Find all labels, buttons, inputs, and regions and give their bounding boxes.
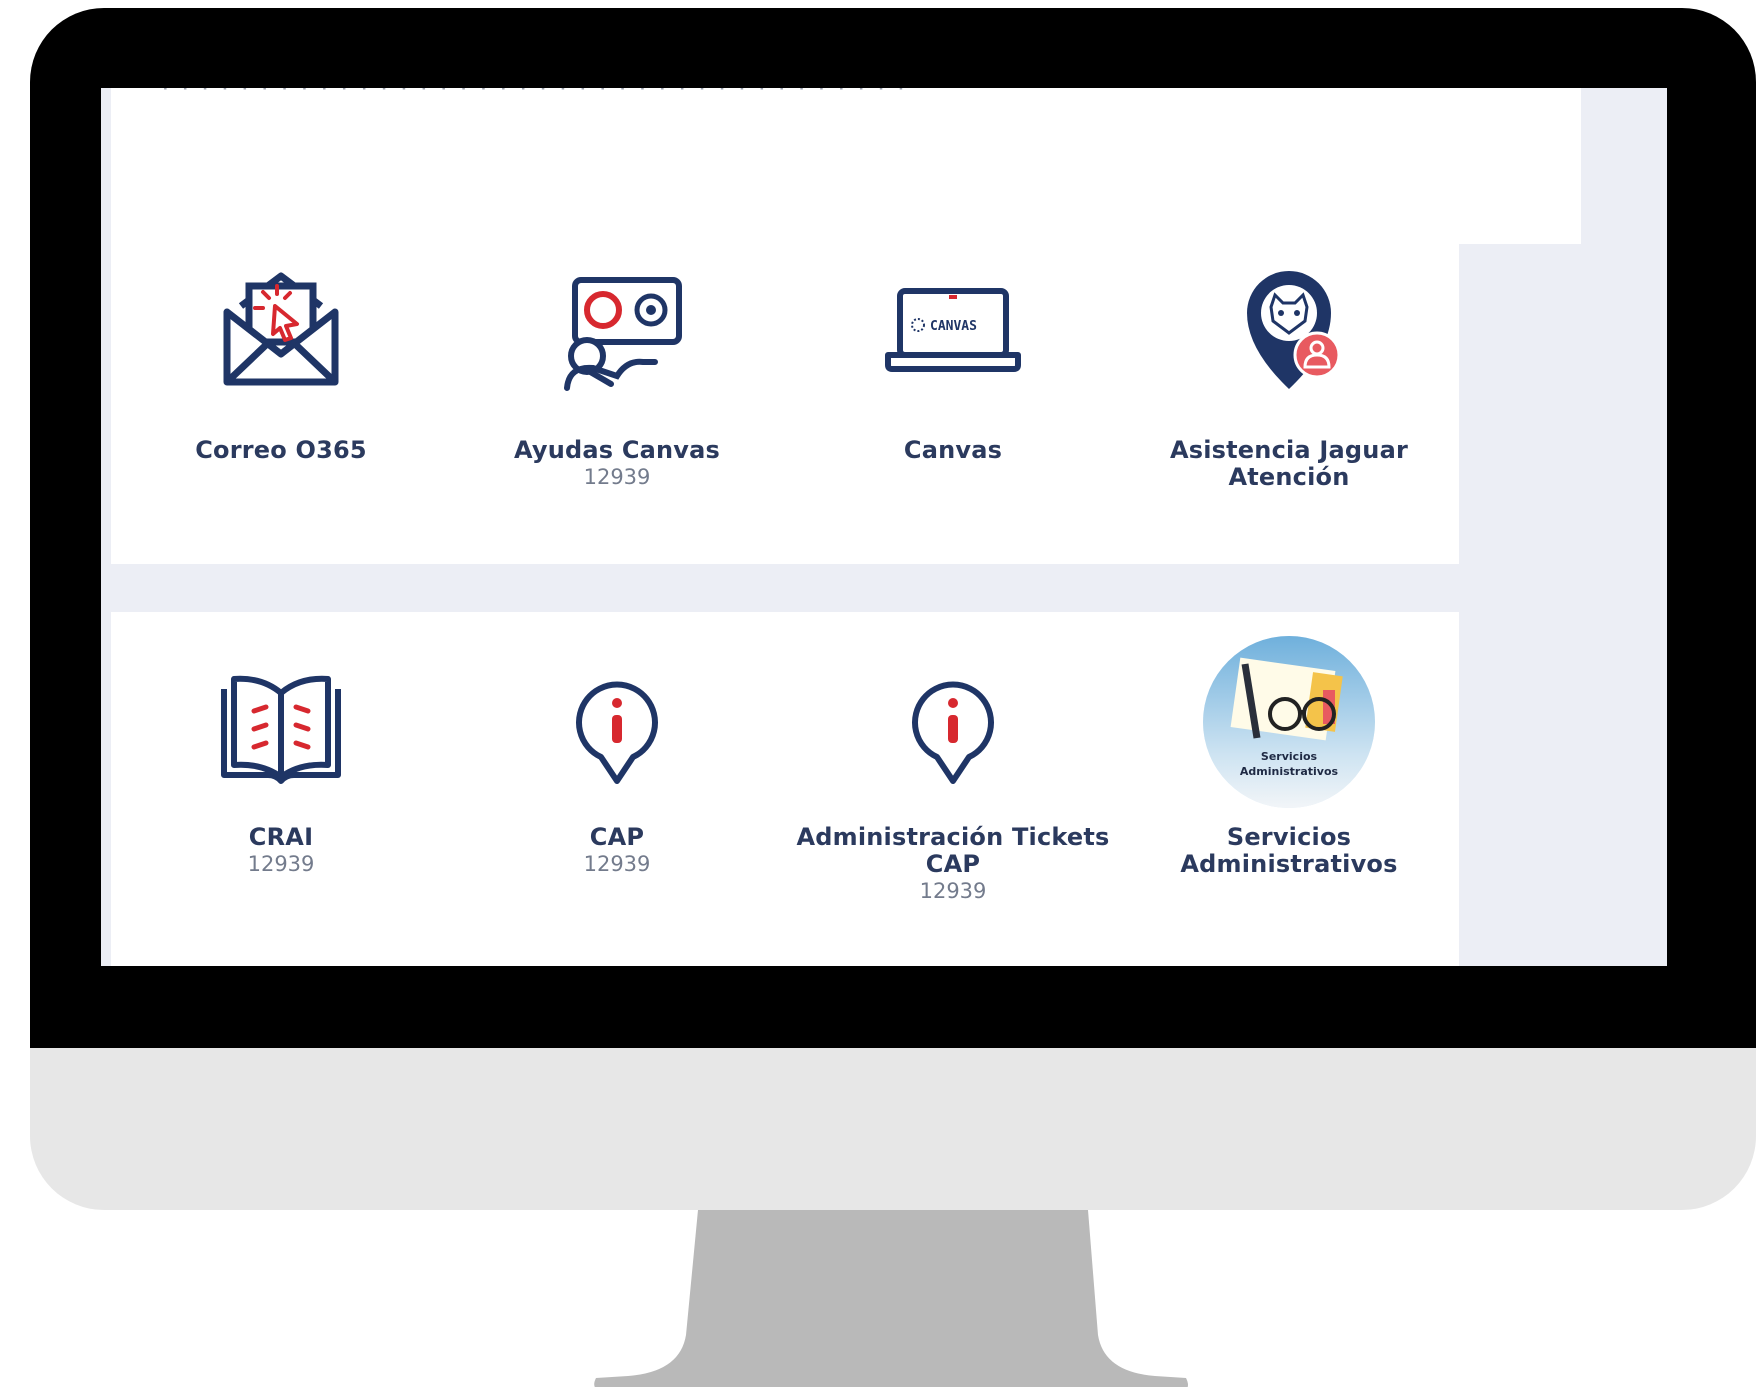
laptop-canvas-icon: CANVAS (863, 254, 1043, 404)
tile-code: 12939 (583, 465, 651, 489)
tile-ayudas-canvas[interactable]: Ayudas Canvas 12939 (447, 212, 787, 564)
tile-label: Canvas (903, 436, 1003, 464)
tile-cap[interactable]: CAP 12939 (447, 612, 787, 966)
tile-label: Administración Tickets (796, 823, 1110, 851)
tile-correo-o365[interactable]: Correo O365 (111, 212, 451, 564)
tile-code: 12939 (919, 879, 987, 903)
tile-label-line2: Administrativos (1180, 850, 1398, 878)
tile-label: CAP (589, 823, 645, 851)
badge-line-1: Servicios (1261, 750, 1318, 763)
admin-services-badge-icon: Servicios Administrativos (1199, 632, 1379, 812)
envelope-click-icon (191, 254, 371, 404)
tile-label: Ayudas Canvas (513, 436, 721, 464)
app-screen: · · · · · · · · · · · · · · · · · · · · … (101, 88, 1667, 966)
tile-canvas[interactable]: CANVAS Canvas (783, 212, 1123, 564)
tile-servicios-administrativos[interactable]: Servicios Administrativos Servicios Admi… (1119, 612, 1459, 966)
tile-label: CRAI (248, 823, 314, 851)
badge-line-2: Administrativos (1240, 765, 1339, 778)
tile-label: Correo O365 (195, 436, 367, 464)
monitor-chin (30, 1048, 1756, 1210)
canvas-help-presenter-icon (527, 254, 707, 404)
laptop-screen-text: CANVAS (930, 319, 977, 334)
tile-label: Asistencia Jaguar (1169, 436, 1409, 464)
tile-crai[interactable]: CRAI 12939 (111, 612, 451, 966)
tile-asistencia-jaguar[interactable]: Asistencia Jaguar Atención (1119, 212, 1459, 564)
jaguar-location-pin-icon (1199, 254, 1379, 404)
tile-label: Servicios (1226, 823, 1352, 851)
tile-label-line2: Atención (1228, 463, 1350, 491)
tile-code: 12939 (583, 852, 651, 876)
intro-text-cut-off: · · · · · · · · · · · · · · · · · · · · … (161, 88, 1561, 94)
open-book-icon (191, 654, 371, 804)
tile-code: 12939 (247, 852, 315, 876)
tile-label-line2: CAP (925, 850, 981, 878)
info-pin-icon (527, 654, 707, 804)
tile-administracion-tickets-cap[interactable]: Administración Tickets CAP 12939 (783, 612, 1123, 966)
info-pin-icon (863, 654, 1043, 804)
